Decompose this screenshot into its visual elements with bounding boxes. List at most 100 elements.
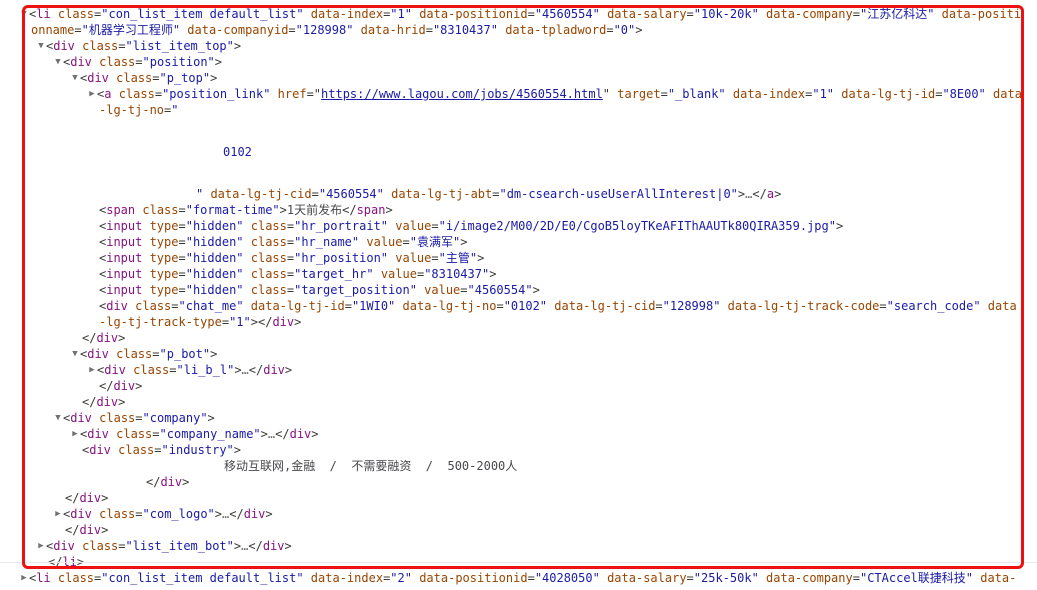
- line-input-hr-portrait[interactable]: <input type="hidden" class="hr_portrait"…: [0, 218, 1037, 234]
- disclosure-triangle-collapsed-icon[interactable]: [36, 538, 46, 554]
- token-attrvalue: "format-time": [185, 203, 280, 217]
- line-text-0102[interactable]: 0102: [0, 144, 1037, 160]
- disclosure-triangle-expanded-icon[interactable]: [70, 346, 80, 362]
- token-attrname: data-lg-tj-cid: [547, 299, 656, 313]
- panel-top-edge: [0, 0, 1037, 4]
- token-attrname: value: [388, 251, 432, 265]
- token-tagname: div: [89, 443, 111, 457]
- token-punct: =: [344, 299, 352, 313]
- token-punct: >: [532, 283, 540, 297]
- disclosure-triangle-expanded-icon[interactable]: [70, 70, 80, 86]
- token-punct: =: [496, 299, 504, 313]
- token-attrvalue: "hidden": [185, 283, 244, 297]
- token-punct: </: [248, 539, 263, 553]
- token-punct: =: [606, 23, 614, 37]
- token-attrname: class: [243, 267, 287, 281]
- token-tagname: span: [106, 203, 136, 217]
- token-attrname: data-company: [758, 571, 853, 585]
- line-close-p-bot[interactable]: </div>: [0, 378, 1037, 394]
- token-punct: </: [82, 395, 97, 409]
- token-tagname: div: [53, 539, 75, 553]
- token-attrvalue: "chat_me": [178, 299, 244, 313]
- line-div-company[interactable]: <div class="company">: [0, 410, 1037, 426]
- token-punct: =: [178, 219, 186, 233]
- line-blank-2[interactable]: [0, 170, 1037, 186]
- token-attrname: class: [135, 203, 179, 217]
- token-attrvalue: "target_hr": [294, 267, 374, 281]
- token-link[interactable]: https://www.lagou.com/jobs/4560554.html: [321, 87, 603, 101]
- line-a-position-link[interactable]: <a class="position_link" href="https://w…: [0, 86, 1037, 118]
- token-attrvalue: 0102: [223, 145, 252, 159]
- line-li-2[interactable]: <li class="con_list_item default_list" d…: [0, 570, 1037, 586]
- line-div-position[interactable]: <div class="position">: [0, 54, 1037, 70]
- token-attrvalue: "_blank": [667, 87, 726, 101]
- token-punct: >: [279, 203, 287, 217]
- line-close-position[interactable]: </div>: [0, 394, 1037, 410]
- line-blank-1[interactable]: [0, 128, 1037, 144]
- token-attrname: class: [108, 347, 153, 361]
- token-punct: =: [306, 87, 314, 101]
- token-attrvalue: "hidden": [185, 267, 244, 281]
- line-close-list-item-top[interactable]: </div>: [0, 522, 1037, 538]
- line-close-p-top[interactable]: </div>: [0, 330, 1037, 346]
- token-attrname: value: [416, 283, 461, 297]
- token-punct: >: [182, 475, 190, 489]
- token-attrvalue: "position_link": [162, 87, 271, 101]
- token-punct: ": [313, 87, 322, 101]
- line-div-com-logo[interactable]: <div class="com_logo">…</div>: [0, 506, 1037, 522]
- token-punct: >: [477, 251, 485, 265]
- disclosure-triangle-collapsed-icon[interactable]: [19, 570, 29, 586]
- token-punct: =: [135, 411, 143, 425]
- token-punct: =: [152, 347, 160, 361]
- line-div-li-b-l[interactable]: <div class="li_b_l">…</div>: [0, 362, 1037, 378]
- token-tagname: div: [70, 55, 92, 69]
- token-attrvalue: "company": [142, 411, 208, 425]
- disclosure-triangle-collapsed-icon[interactable]: [53, 506, 63, 522]
- token-tagname: input: [106, 235, 143, 249]
- line-input-hr-position[interactable]: <input type="hidden" class="hr_position"…: [0, 250, 1037, 266]
- token-attrvalue: "8310437": [432, 23, 498, 37]
- token-tagname: div: [262, 539, 285, 553]
- token-punct: =: [431, 219, 439, 233]
- line-div-p-bot[interactable]: <div class="p_bot">: [0, 346, 1037, 362]
- line-a-tail[interactable]: " data-lg-tj-cid="4560554" data-lg-tj-ab…: [0, 186, 1037, 202]
- line-close-industry[interactable]: </div>: [0, 474, 1037, 490]
- disclosure-triangle-expanded-icon[interactable]: [36, 38, 46, 54]
- token-attrname: data-positionid: [411, 7, 528, 21]
- token-punct: </: [248, 363, 264, 377]
- line-input-target-position[interactable]: <input type="hidden" class="target_posit…: [0, 282, 1037, 298]
- token-punct: =: [288, 23, 296, 37]
- line-div-list-item-top[interactable]: <div class="list_item_top">: [0, 38, 1037, 54]
- line-input-hr-name[interactable]: <input type="hidden" class="hr_name" val…: [0, 234, 1037, 250]
- line-div-list-item-bot[interactable]: <div class="list_item_bot">…</div>: [0, 538, 1037, 554]
- line-div-p-top[interactable]: <div class="p_top">: [0, 70, 1037, 86]
- token-attrvalue: "8310437": [424, 267, 490, 281]
- token-attrvalue: "0102": [503, 299, 548, 313]
- disclosure-triangle-expanded-icon[interactable]: [53, 54, 63, 70]
- token-punct: >: [265, 507, 273, 521]
- token-attrname: data-hrid: [353, 23, 426, 37]
- line-div-company-name[interactable]: <div class="company_name">…</div>: [0, 426, 1037, 442]
- token-attrvalue: "list_item_top": [125, 39, 234, 53]
- disclosure-triangle-expanded-icon[interactable]: [19, 6, 29, 22]
- token-attrvalue: "li_b_l": [176, 363, 235, 377]
- line-div-chat-me[interactable]: <div class="chat_me" data-lg-tj-id="1WI0…: [0, 298, 1037, 330]
- line-div-industry[interactable]: <div class="industry">: [0, 442, 1037, 458]
- disclosure-triangle-collapsed-icon[interactable]: [87, 362, 97, 378]
- line-industry-text[interactable]: 移动互联网,金融 / 不需要融资 / 500-2000人: [0, 458, 1037, 474]
- token-punct: >: [214, 507, 222, 521]
- token-attrname: class: [91, 55, 136, 69]
- line-span-format-time[interactable]: <span class="format-time">1天前发布</span>: [0, 202, 1037, 218]
- token-tagname: div: [79, 523, 102, 537]
- line-li-1[interactable]: <li class="con_list_item default_list" d…: [0, 6, 1037, 38]
- token-attrname: data-companyid: [180, 23, 289, 37]
- line-input-target-hr[interactable]: <input type="hidden" class="target_hr" v…: [0, 266, 1037, 282]
- token-attrname: value: [359, 235, 403, 249]
- disclosure-triangle-collapsed-icon[interactable]: [87, 86, 97, 102]
- token-attrname: data-company: [758, 7, 853, 21]
- disclosure-triangle-collapsed-icon[interactable]: [70, 426, 80, 442]
- disclosure-triangle-expanded-icon[interactable]: [53, 410, 63, 426]
- token-attrname: class: [74, 539, 119, 553]
- token-punct: >: [385, 203, 393, 217]
- line-close-company[interactable]: </div>: [0, 490, 1037, 506]
